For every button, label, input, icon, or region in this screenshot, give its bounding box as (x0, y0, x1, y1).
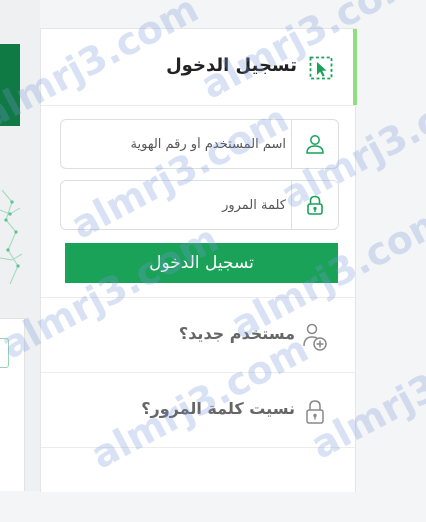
background-page-left (0, 0, 40, 491)
unlock-icon (306, 400, 324, 424)
background-green-banner (0, 44, 20, 126)
forgot-password-link[interactable]: نسيت كلمة المرور؟ (41, 372, 355, 447)
background-map-graphic (0, 189, 22, 285)
login-button[interactable]: تسجيل الدخول (65, 243, 338, 283)
login-panel: تسجيل الدخول تسجيل الدخول (40, 28, 357, 492)
password-input[interactable] (76, 181, 286, 229)
user-icon (291, 120, 338, 168)
password-field[interactable] (60, 180, 339, 230)
username-field[interactable] (60, 119, 339, 169)
panel-footer (41, 447, 355, 522)
lock-icon (291, 181, 338, 229)
login-cursor-icon (309, 56, 333, 80)
new-user-label: مستخدم جديد؟ (178, 324, 295, 343)
page-title: تسجيل الدخول (166, 55, 297, 76)
background-tab (0, 338, 9, 368)
add-user-icon (303, 323, 327, 351)
new-user-link[interactable]: مستخدم جديد؟ (41, 297, 355, 372)
forgot-password-label: نسيت كلمة المرور؟ (141, 399, 295, 418)
username-input[interactable] (76, 120, 286, 168)
login-header: تسجيل الدخول (41, 29, 355, 106)
